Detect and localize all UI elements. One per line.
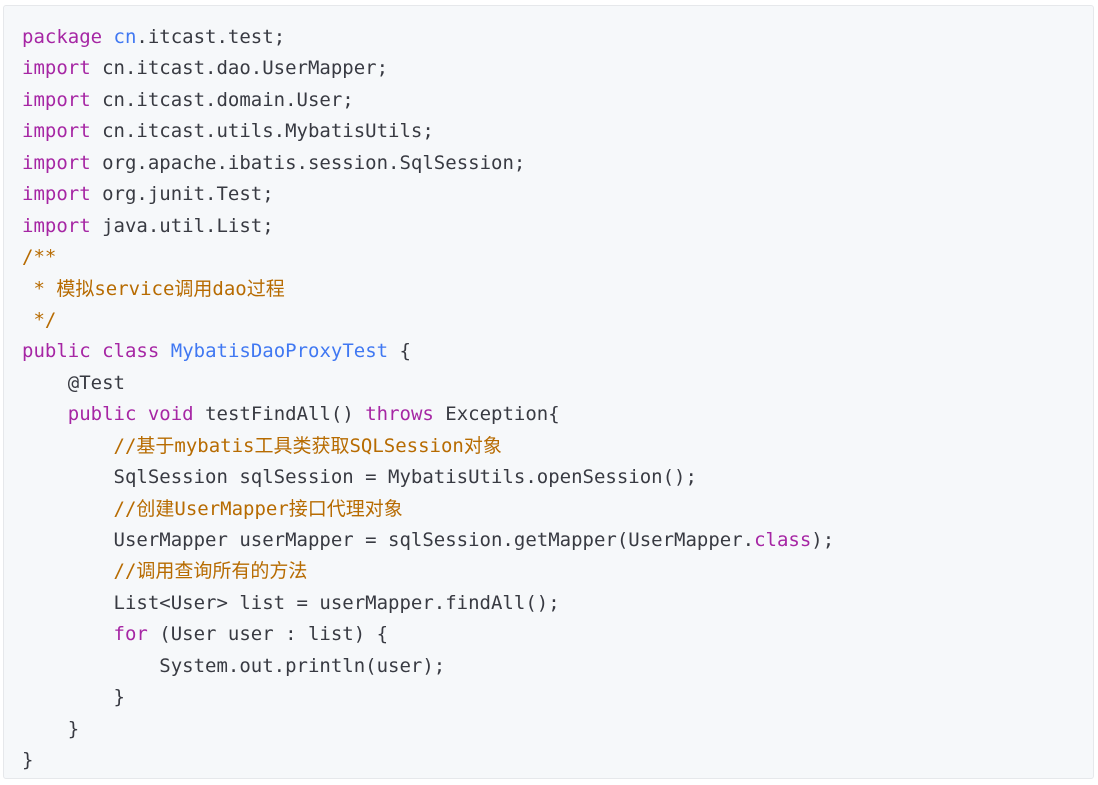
- code-token: }: [22, 749, 34, 772]
- code-line: import java.util.List;: [22, 211, 834, 242]
- code-token: //调用查询所有的方法: [113, 560, 308, 583]
- code-line: //调用查询所有的方法: [22, 556, 834, 587]
- code-token: List<User> list = userMapper.findAll();: [22, 591, 560, 614]
- code-token: java.util.List;: [90, 214, 274, 237]
- code-line: SqlSession sqlSession = MybatisUtils.ope…: [22, 462, 834, 493]
- code-line: */: [22, 305, 834, 336]
- code-token: UserMapper userMapper = sqlSession.getMa…: [22, 529, 755, 551]
- code-token: class: [754, 529, 812, 551]
- code-line: public class MybatisDaoProxyTest {: [22, 336, 834, 367]
- code-token: for: [113, 623, 148, 646]
- code-token: org.apache.ibatis.session.SqlSession;: [90, 151, 526, 174]
- code-block: package cn.itcast.test; import cn.itcast.…: [3, 5, 1094, 779]
- code-token: throws: [365, 403, 434, 426]
- code-token: import: [22, 120, 91, 143]
- code-line: /**: [22, 242, 834, 273]
- code-token: org.junit.Test;: [90, 183, 274, 206]
- code-line: import org.junit.Test;: [22, 179, 834, 210]
- code-line: package cn.itcast.test;: [22, 22, 834, 53]
- code-token: //创建UserMapper接口代理对象: [113, 497, 403, 520]
- code-token: import: [22, 151, 91, 174]
- code-token: import: [22, 88, 91, 111]
- code-token: @Test: [22, 371, 125, 394]
- code-token: .itcast.test;: [136, 26, 286, 48]
- code-token: public: [67, 403, 137, 426]
- code-token: */: [22, 308, 57, 331]
- code-line: @Test: [22, 368, 834, 399]
- code-content: package cn.itcast.test; import cn.itcast.…: [22, 22, 834, 777]
- code-token: cn.itcast.domain.User;: [90, 88, 354, 111]
- code-line: }: [22, 745, 834, 776]
- code-token: System.out.println(user);: [22, 654, 446, 677]
- code-line: import cn.itcast.dao.UserMapper;: [22, 53, 834, 84]
- code-line: import cn.itcast.utils.MybatisUtils;: [22, 116, 834, 147]
- code-line: }: [22, 682, 834, 713]
- code-line: for (User user : list) {: [22, 619, 834, 650]
- code-token: cn: [113, 26, 137, 48]
- code-token: /**: [22, 246, 57, 269]
- code-token: import: [22, 57, 91, 80]
- code-token: class: [102, 340, 160, 363]
- code-token: }: [22, 717, 80, 740]
- code-token: import: [22, 214, 91, 237]
- code-token: cn.itcast.dao.UserMapper;: [90, 57, 389, 80]
- code-token: public: [22, 340, 91, 363]
- code-line: //创建UserMapper接口代理对象: [22, 494, 834, 525]
- code-token: //基于mybatis工具类获取SQLSession对象: [113, 434, 502, 457]
- code-token: );: [811, 529, 835, 551]
- code-token: import: [22, 183, 91, 206]
- code-token: }: [22, 686, 125, 709]
- code-token: {: [388, 340, 411, 363]
- code-token: * 模拟service调用dao过程: [22, 277, 285, 300]
- code-token: cn.itcast.utils.MybatisUtils;: [90, 120, 434, 143]
- code-line: public void testFindAll() throws Excepti…: [22, 399, 834, 430]
- code-token: MybatisDaoProxyTest: [170, 340, 389, 363]
- code-token: testFindAll(): [193, 403, 366, 426]
- code-line: //基于mybatis工具类获取SQLSession对象: [22, 431, 834, 462]
- code-token: void: [147, 403, 194, 426]
- code-token: Exception{: [433, 403, 560, 426]
- code-line: UserMapper userMapper = sqlSession.getMa…: [22, 525, 835, 556]
- code-token: (User user : list) {: [147, 623, 389, 646]
- code-line: import cn.itcast.domain.User;: [22, 85, 834, 116]
- code-line: List<User> list = userMapper.findAll();: [22, 588, 834, 619]
- code-line: System.out.println(user);: [22, 651, 834, 682]
- code-line: * 模拟service调用dao过程: [22, 274, 834, 305]
- code-line: import org.apache.ibatis.session.SqlSess…: [22, 148, 834, 179]
- code-token: SqlSession sqlSession = MybatisUtils.ope…: [22, 466, 697, 489]
- code-token: package: [22, 26, 103, 48]
- code-line: }: [22, 714, 834, 745]
